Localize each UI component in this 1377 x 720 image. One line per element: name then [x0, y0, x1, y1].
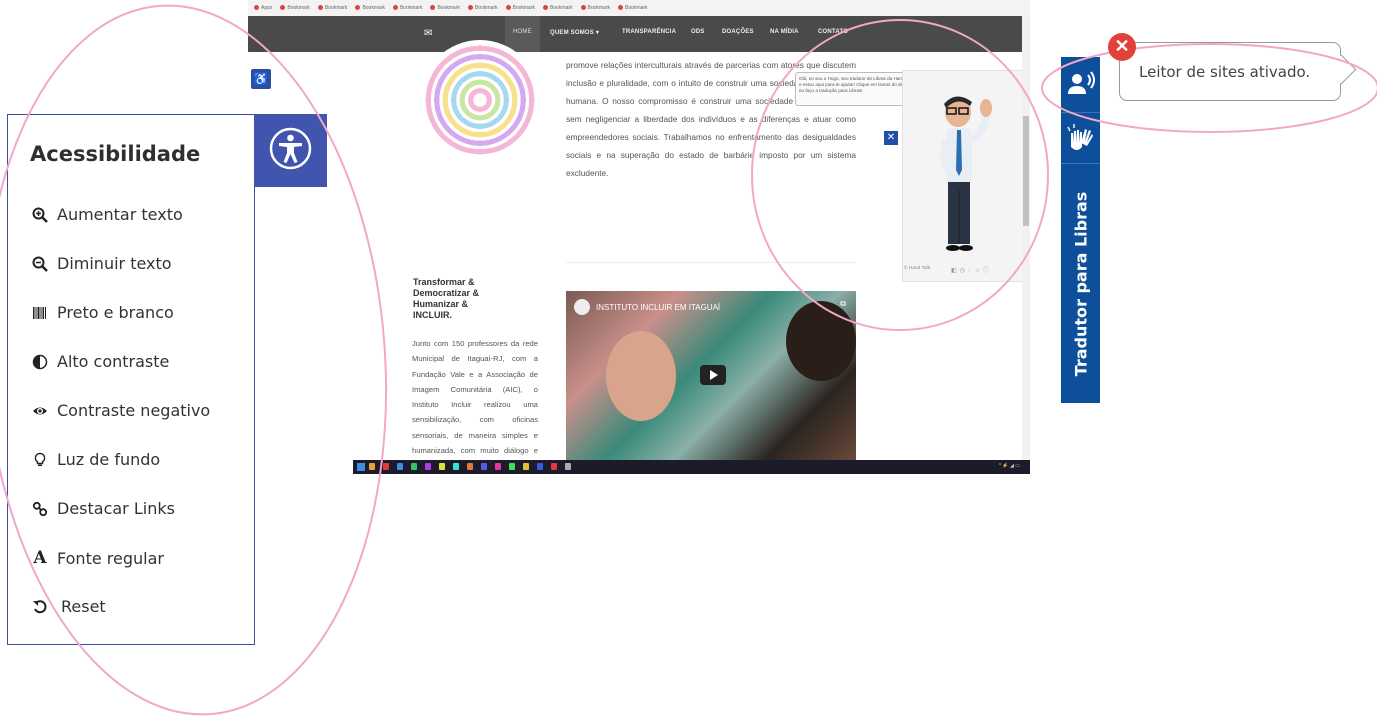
option-label: Luz de fundo — [57, 450, 161, 469]
option-label: Contraste negativo — [57, 401, 211, 420]
sign-language-button[interactable] — [1061, 112, 1100, 164]
hugo-avatar — [940, 96, 992, 251]
taskbar-app-icons[interactable] — [369, 463, 571, 470]
video-player[interactable]: INSTITUTO INCLUIR EM ITAGUAÍ ⧉ — [566, 291, 856, 461]
nav-contato[interactable]: CONTATO — [818, 29, 848, 35]
website-screenshot: Apps Bookmark Bookmark Bookmark Bookmark Book… — [248, 0, 1030, 474]
hand-talk-controls[interactable]: ◧◷◌☆ⓘ — [951, 265, 992, 274]
accessibility-toggle-button[interactable] — [254, 114, 327, 187]
increase-text-option[interactable]: Aumentar texto — [30, 205, 183, 224]
reset-icon — [30, 599, 50, 615]
accessibility-panel: Acessibilidade Aumentar texto Diminuir t… — [7, 114, 255, 645]
decrease-text-option[interactable]: Diminuir texto — [30, 254, 172, 273]
video-thumbnail-person — [606, 331, 676, 421]
nav-doacoes[interactable]: DOAÇÕES — [722, 29, 754, 35]
speaking-person-icon — [1068, 71, 1095, 94]
option-label: Fonte regular — [57, 548, 164, 568]
option-label: Aumentar texto — [57, 205, 183, 224]
scrollbar-thumb[interactable] — [1023, 116, 1029, 226]
copy-link-icon[interactable]: ⧉ — [840, 299, 846, 309]
negative-contrast-option[interactable]: Contraste negativo — [30, 401, 210, 420]
mail-icon[interactable]: ✉ — [424, 28, 432, 39]
barcode-icon — [30, 305, 50, 321]
high-contrast-option[interactable]: Alto contraste — [30, 352, 169, 371]
option-label: Reset — [61, 597, 106, 616]
bookmarks-bar: Apps Bookmark Bookmark Bookmark Bookmark Book… — [248, 0, 1030, 16]
hand-talk-close-button[interactable]: ✕ — [884, 131, 898, 145]
video-title: INSTITUTO INCLUIR EM ITAGUAÍ — [596, 303, 721, 312]
option-label: Alto contraste — [57, 352, 170, 371]
highlight-links-option[interactable]: Destacar Links — [30, 499, 175, 518]
section-title: Transformar & Democratizar & Humanizar &… — [413, 277, 480, 320]
site-reader-button[interactable] — [1061, 57, 1100, 112]
lightbulb-icon — [30, 452, 50, 468]
site-navigation: ✉ HOME QUEM SOMOS ▾ TRANSPARÊNCIA ODS DO… — [248, 16, 1030, 52]
windows-taskbar: ^ ⚡ ◢ ▭ — [353, 460, 1030, 474]
system-tray: ^ ⚡ ◢ ▭ — [998, 463, 1020, 469]
half-circle-icon — [30, 354, 50, 370]
windows-start-icon[interactable] — [357, 463, 365, 471]
panel-title: Acessibilidade — [30, 142, 201, 166]
page-scrollbar[interactable] — [1022, 16, 1030, 460]
option-label: Destacar Links — [57, 499, 175, 518]
font-icon: A — [33, 548, 47, 568]
play-button[interactable] — [700, 365, 726, 385]
nav-na-midia[interactable]: NA MÍDIA — [770, 29, 799, 35]
spiral-logo — [420, 40, 540, 160]
hand-talk-logo: © Hand Talk — [904, 266, 931, 271]
zoom-out-icon — [30, 256, 50, 272]
video-thumbnail-person — [786, 301, 856, 381]
option-label: Preto e branco — [57, 303, 174, 322]
regular-font-option[interactable]: A Fonte regular — [30, 548, 164, 568]
option-label: Diminuir texto — [57, 254, 172, 273]
nav-home[interactable]: HOME — [505, 16, 540, 52]
hand-talk-greeting: Olá, eu sou o Hugo, seu tradutor de Libr… — [795, 72, 919, 106]
small-accessibility-icon[interactable]: ♿ — [251, 69, 271, 89]
reset-option[interactable]: Reset — [30, 597, 106, 616]
section-divider — [566, 262, 856, 263]
site-reader-toast: Leitor de sites ativado. — [1119, 42, 1341, 101]
libras-translator-tab[interactable]: Tradutor para Libras — [1061, 57, 1100, 403]
grayscale-option[interactable]: Preto e branco — [30, 303, 174, 322]
zoom-in-icon — [30, 207, 50, 223]
sign-language-hands-icon — [1067, 124, 1093, 150]
eye-icon — [30, 403, 50, 419]
toast-message: Leitor de sites ativado. — [1139, 63, 1311, 81]
link-icon — [30, 501, 50, 517]
close-icon[interactable]: ✕ — [1108, 33, 1136, 61]
channel-logo — [574, 299, 590, 315]
section-text: Junto com 150 professores da rede Munici… — [412, 339, 538, 456]
nav-quem-somos[interactable]: QUEM SOMOS ▾ — [550, 29, 599, 36]
nav-ods[interactable]: ODS — [691, 29, 705, 35]
nav-transparencia[interactable]: TRANSPARÊNCIA — [622, 29, 676, 35]
accessibility-person-icon — [269, 127, 312, 170]
libras-tab-label[interactable]: Tradutor para Libras — [1061, 164, 1100, 403]
background-light-option[interactable]: Luz de fundo — [30, 450, 160, 469]
